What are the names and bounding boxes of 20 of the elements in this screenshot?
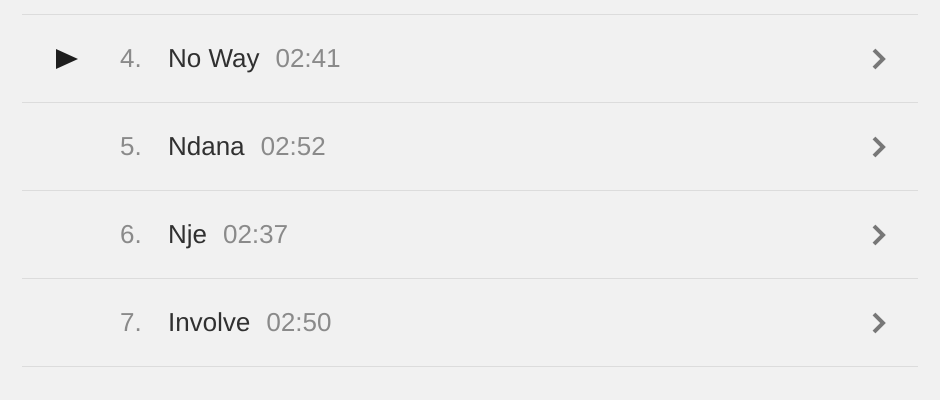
track-row[interactable]: 5. Ndana 02:52 xyxy=(22,103,918,191)
chevron-right-icon[interactable] xyxy=(872,224,886,246)
track-row[interactable]: 4. No Way 02:41 xyxy=(22,15,918,103)
track-title: Ndana xyxy=(168,131,245,162)
track-title: Involve xyxy=(168,307,250,338)
track-number: 4. xyxy=(120,43,143,74)
track-duration: 02:50 xyxy=(266,307,332,338)
track-number: 7. xyxy=(120,307,143,338)
chevron-right-icon[interactable] xyxy=(872,136,886,158)
track-number: 6. xyxy=(120,219,143,250)
track-number: 5. xyxy=(120,131,143,162)
track-row[interactable]: 6. Nje 02:37 xyxy=(22,191,918,279)
track-row[interactable]: 7. Involve 02:50 xyxy=(22,279,918,367)
track-duration: 02:41 xyxy=(276,43,341,74)
chevron-right-icon[interactable] xyxy=(872,312,886,334)
track-title: Nje xyxy=(168,219,208,250)
chevron-right-icon[interactable] xyxy=(872,48,886,70)
track-duration: 02:37 xyxy=(223,219,288,250)
track-duration: 02:52 xyxy=(260,131,326,162)
track-title: No Way xyxy=(168,43,260,74)
